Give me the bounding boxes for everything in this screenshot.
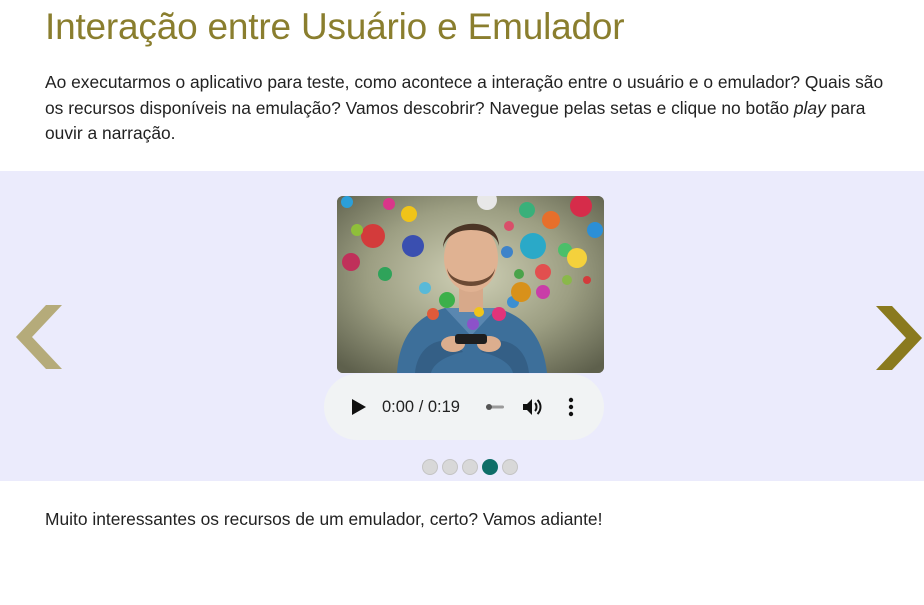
man-using-smartphone-illustration <box>337 196 604 373</box>
carousel-prev-button[interactable] <box>16 305 62 369</box>
carousel-dot[interactable] <box>442 459 458 475</box>
audio-progress-slider[interactable] <box>486 404 504 410</box>
page-title: Interação entre Usuário e Emulador <box>45 6 625 47</box>
chevron-right-icon <box>876 306 922 370</box>
intro-emphasis: play <box>793 97 826 118</box>
audio-time: 0:00 / 0:19 <box>382 398 460 416</box>
intro-paragraph: Ao executarmos o aplicativo para teste, … <box>45 70 905 147</box>
play-icon[interactable] <box>348 396 368 418</box>
volume-icon[interactable] <box>520 395 544 419</box>
carousel-next-button[interactable] <box>876 306 922 370</box>
carousel-dot[interactable] <box>482 459 498 475</box>
carousel-dot[interactable] <box>422 459 438 475</box>
outro-paragraph: Muito interessantes os recursos de um em… <box>45 509 603 529</box>
more-options-icon[interactable] <box>564 395 578 419</box>
chevron-left-icon <box>16 305 62 369</box>
carousel: 0:00 / 0:19 <box>0 171 924 481</box>
intro-text-before: Ao executarmos o aplicativo para teste, … <box>45 72 884 118</box>
carousel-dot[interactable] <box>502 459 518 475</box>
carousel-pagination <box>422 459 518 475</box>
audio-player: 0:00 / 0:19 <box>324 374 604 440</box>
slide-image <box>337 196 604 373</box>
carousel-dot[interactable] <box>462 459 478 475</box>
